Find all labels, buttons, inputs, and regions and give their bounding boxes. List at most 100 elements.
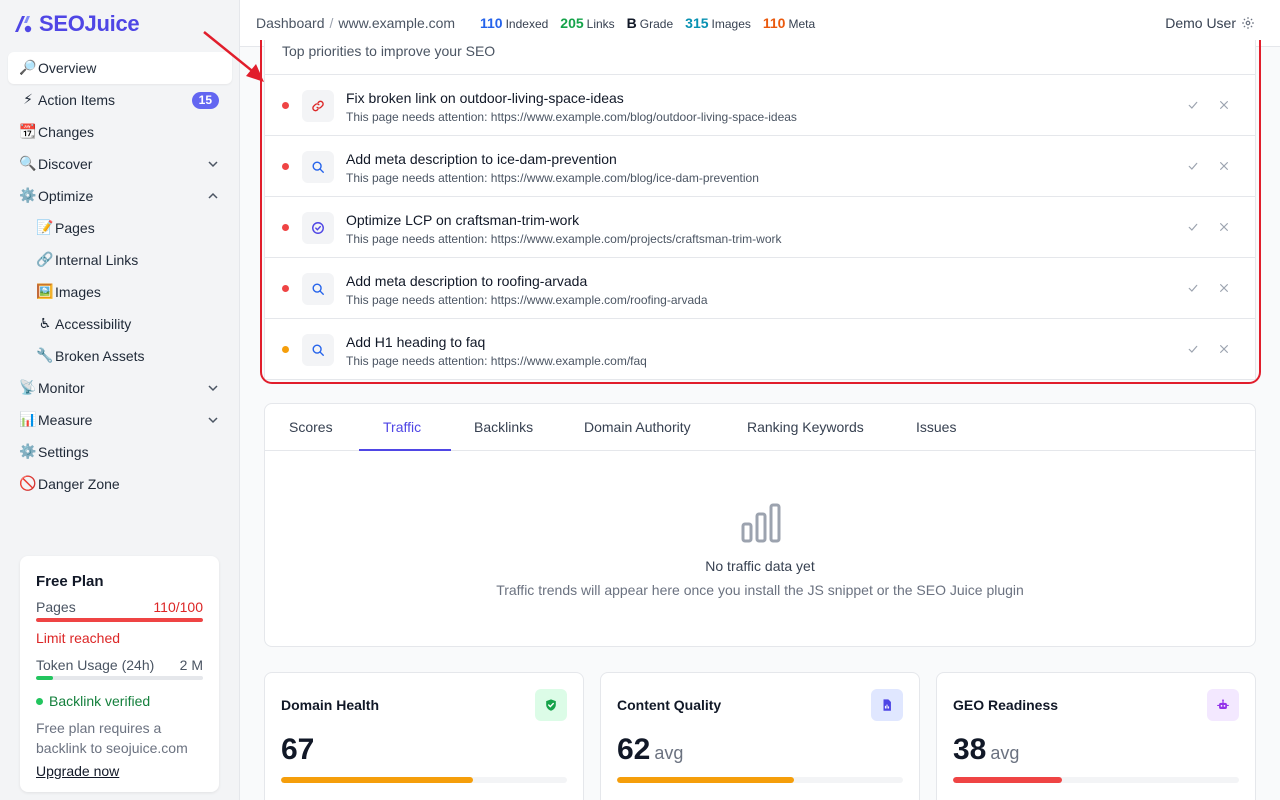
metric-bar [953,777,1239,783]
empty-title: No traffic data yet [705,558,815,574]
sidebar-item-settings[interactable]: ⚙️ Settings [8,436,232,468]
tab-scores[interactable]: Scores [289,419,333,435]
sidebar-item-images[interactable]: 🖼️ Images [8,276,232,308]
priority-icon-box [302,90,334,122]
sidebar-item-overview[interactable]: 🔎 Overview [8,52,232,84]
images-emoji-icon: 🖼️ [36,284,54,300]
priority-detail: This page needs attention: https://www.e… [346,232,782,246]
check-icon[interactable] [1187,99,1199,111]
metric-card-content-quality[interactable]: Content Quality 62 avg [600,672,920,800]
priority-detail: This page needs attention: https://www.e… [346,110,797,124]
tab-traffic[interactable]: Traffic [383,419,421,435]
sidebar-item-measure[interactable]: 📊 Measure [8,404,232,436]
search-icon [312,161,324,173]
sidebar-item-label: Settings [38,444,89,460]
chevron-up-icon[interactable] [208,191,218,201]
metric-bar [617,777,903,783]
check-icon[interactable] [1187,282,1199,294]
backlink-status-text: Backlink verified [49,693,151,709]
metric-value-wrap: 38 avg [953,733,1019,767]
close-icon[interactable] [1218,160,1230,172]
close-icon[interactable] [1218,343,1230,355]
check-circle-icon [312,222,324,234]
logo-icon [15,16,32,33]
tab-domain-authority[interactable]: Domain Authority [584,419,691,435]
metric-card-geo-readiness[interactable]: GEO Readiness 38 avg [936,672,1256,800]
check-icon[interactable] [1187,221,1199,233]
chevron-down-icon[interactable] [208,383,218,393]
breadcrumb-dashboard[interactable]: Dashboard [256,15,325,31]
metric-avg-label: avg [654,743,684,763]
priority-detail: This page needs attention: https://www.e… [346,293,708,307]
sidebar-item-monitor[interactable]: 📡 Monitor [8,372,232,404]
gear-icon[interactable] [1241,16,1255,30]
priority-row[interactable]: Add meta description to roofing-arvada Th… [265,257,1255,318]
metric-card-domain-health[interactable]: Domain Health 67 [264,672,584,800]
close-icon[interactable] [1218,99,1230,111]
stat-images[interactable]: 315 Images [685,15,751,31]
plan-note: Free plan requires a backlink to seojuic… [36,720,188,756]
stat-label: Grade [639,17,674,31]
logo[interactable]: SEOJuice [12,10,140,38]
user-name[interactable]: Demo User [1165,15,1236,31]
tab-backlinks[interactable]: Backlinks [474,419,533,435]
metric-avg-label: avg [990,743,1020,763]
sidebar-item-internal-links[interactable]: 🔗 Internal Links [8,244,232,276]
priority-icon-box [302,273,334,305]
sidebar-item-danger-zone[interactable]: 🚫 Danger Zone [8,468,232,500]
close-icon[interactable] [1218,282,1230,294]
priorities-heading: Top priorities to improve your SEO [282,43,496,59]
sidebar-item-label: Danger Zone [38,476,120,492]
severity-dot-icon [282,224,289,231]
stat-grade[interactable]: B Grade [627,15,673,31]
priority-row[interactable]: Optimize LCP on craftsman-trim-work This … [265,196,1255,257]
limit-text: Limit reached [36,630,121,646]
sidebar-item-discover[interactable]: 🔍 Discover [8,148,232,180]
tab-ranking-keywords[interactable]: Ranking Keywords [747,419,864,435]
check-icon[interactable] [1187,343,1199,355]
priority-title[interactable]: Fix broken link on outdoor-living-space-… [346,90,624,106]
priority-row[interactable]: Add meta description to ice-dam-preventi… [265,135,1255,196]
sidebar-item-action-items[interactable]: ⚡ Action Items 15 [8,84,232,116]
pages-value: 110/100 [153,599,203,615]
sidebar-item-label: Changes [38,124,95,140]
stat-indexed[interactable]: 110 Indexed [480,15,548,31]
sidebar-item-label: Images [55,284,101,300]
priority-detail: This page needs attention: https://www.e… [346,354,647,368]
danger-zone-emoji-icon: 🚫 [19,476,37,492]
token-bar-fill [36,676,53,680]
discover-emoji-icon: 🔍 [19,156,37,172]
priorities-list: Fix broken link on outdoor-living-space-… [265,74,1255,379]
sidebar-item-label: Discover [38,156,93,172]
sidebar-item-broken-assets[interactable]: 🔧 Broken Assets [8,340,232,372]
pages-bar [36,618,203,622]
priority-row[interactable]: Add H1 heading to faq This page needs att… [265,318,1255,379]
sidebar-item-changes[interactable]: 📆 Changes [8,116,232,148]
document-icon [883,699,891,711]
tab-issues[interactable]: Issues [916,419,956,435]
metric-title: GEO Readiness [953,697,1059,713]
upgrade-link[interactable]: Upgrade now [36,763,119,779]
sidebar-item-pages[interactable]: 📝 Pages [8,212,232,244]
stat-label: Links [586,17,615,31]
chevron-down-icon[interactable] [208,159,218,169]
metric-bar-fill [281,777,473,783]
priority-title[interactable]: Add meta description to roofing-arvada [346,273,587,289]
stat-links[interactable]: 205 Links [560,15,614,31]
breadcrumb-site[interactable]: www.example.com [338,15,455,31]
sidebar-item-optimize[interactable]: ⚙️ Optimize [8,180,232,212]
backlink-status: Backlink verified [36,693,203,709]
priority-title[interactable]: Add meta description to ice-dam-preventi… [346,151,617,167]
close-icon[interactable] [1218,221,1230,233]
priority-title[interactable]: Add H1 heading to faq [346,334,485,350]
check-icon[interactable] [1187,160,1199,172]
stat-value: 110 [480,15,503,31]
priority-title[interactable]: Optimize LCP on craftsman-trim-work [346,212,579,228]
sidebar-item-accessibility[interactable]: ♿ Accessibility [8,308,232,340]
priority-row[interactable]: Fix broken link on outdoor-living-space-… [265,74,1255,135]
metric-bar [281,777,567,783]
stat-meta[interactable]: 110 Meta [763,15,815,31]
chevron-down-icon[interactable] [208,415,218,425]
metric-value-wrap: 67 [281,733,314,767]
metric-icon-box [535,689,567,721]
